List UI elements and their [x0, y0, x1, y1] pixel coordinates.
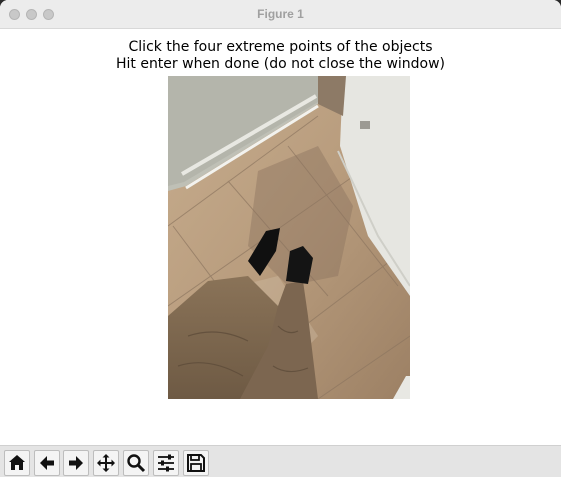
pan-button[interactable]: [93, 450, 119, 476]
window-title: Figure 1: [257, 7, 304, 21]
arrow-left-icon: [40, 456, 54, 470]
figure-title-line-1: Click the four extreme points of the obj…: [128, 39, 433, 55]
photo-image[interactable]: [168, 76, 410, 399]
sliders-icon: [158, 454, 174, 472]
figure-title: Click the four extreme points of the obj…: [0, 39, 561, 73]
title-bar[interactable]: Figure 1: [0, 0, 561, 29]
magnifier-icon: [127, 454, 146, 473]
forward-button[interactable]: [63, 450, 89, 476]
figure-window: Figure 1 Click the four extreme points o…: [0, 0, 561, 477]
home-button[interactable]: [4, 450, 30, 476]
navigation-toolbar: [0, 445, 561, 477]
back-button[interactable]: [34, 450, 60, 476]
move-icon: [97, 454, 115, 472]
save-button[interactable]: [183, 450, 209, 476]
floppy-disk-icon: [187, 454, 205, 472]
configure-subplots-button[interactable]: [153, 450, 179, 476]
zoom-button[interactable]: [123, 450, 149, 476]
arrow-right-icon: [69, 456, 83, 470]
figure-canvas[interactable]: Click the four extreme points of the obj…: [0, 29, 561, 445]
home-icon: [9, 455, 25, 470]
figure-title-line-2: Hit enter when done (do not close the wi…: [115, 56, 446, 72]
